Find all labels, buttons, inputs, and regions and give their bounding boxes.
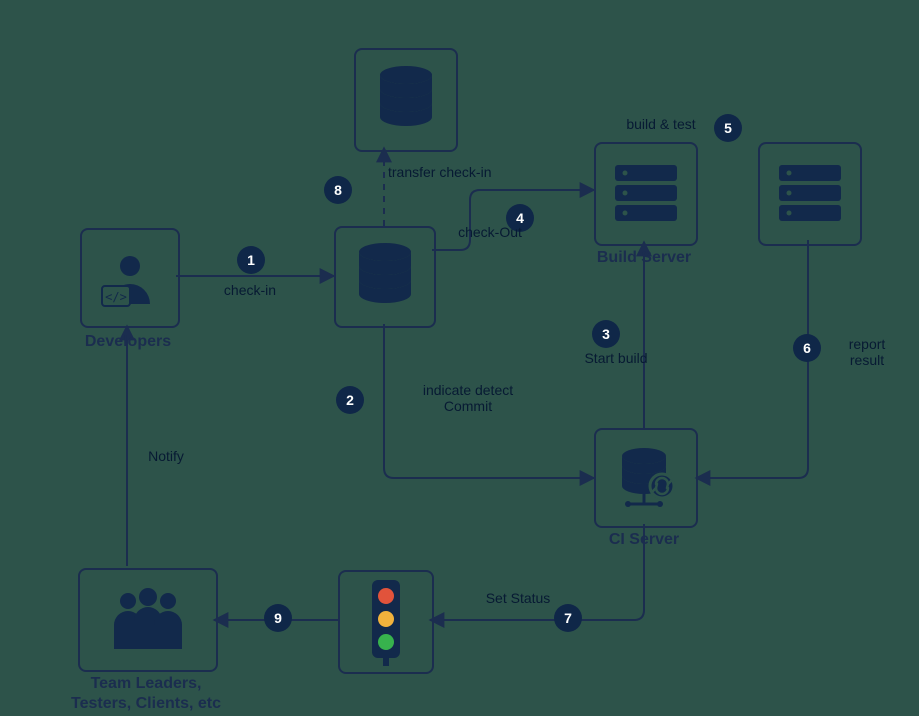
step-6-badge: 6 <box>793 334 821 362</box>
svg-text:</>: </> <box>105 290 127 304</box>
ci-process-diagram: </> Developers Build Server <box>0 0 919 716</box>
step-5-label: build & test <box>616 116 706 132</box>
step-1-label: check-in <box>200 282 300 298</box>
step-5-badge: 5 <box>714 114 742 142</box>
team-node <box>78 568 218 672</box>
database-icon <box>376 65 436 135</box>
step-1-badge: 1 <box>237 246 265 274</box>
server-rack-icon <box>613 163 679 225</box>
ci-server-label: CI Server <box>594 530 694 550</box>
step-2-badge: 2 <box>336 386 364 414</box>
step-8-badge: 8 <box>324 176 352 204</box>
step-6-label: report result <box>832 336 902 368</box>
step-3-label: Start build <box>576 350 656 366</box>
repo-node <box>334 226 436 328</box>
team-label: Team Leaders, Testers, Clients, etc <box>48 674 244 714</box>
developer-icon: </> <box>98 246 162 310</box>
step-9-badge: 9 <box>264 604 292 632</box>
upstream-repo-node <box>354 48 458 152</box>
step-4-label: check-Out <box>440 224 540 240</box>
step-2-label: indicate detect Commit <box>398 382 538 414</box>
build-server-label: Build Server <box>594 248 694 268</box>
build-server-node <box>594 142 698 246</box>
developers-node: </> <box>80 228 180 328</box>
ci-server-icon <box>610 442 682 514</box>
team-icon <box>100 585 196 655</box>
test-server-node <box>758 142 862 246</box>
server-rack-icon <box>777 163 843 225</box>
step-3-badge: 3 <box>592 320 620 348</box>
developers-label: Developers <box>60 332 196 352</box>
ci-server-node <box>594 428 698 528</box>
step-8-label: transfer check-in <box>388 164 538 180</box>
database-icon <box>355 242 415 312</box>
notify-label: Notify <box>136 448 196 464</box>
step-7-label: Set Status <box>468 590 568 606</box>
step-7-badge: 7 <box>554 604 582 632</box>
status-node <box>338 570 434 674</box>
traffic-light-icon <box>366 578 406 666</box>
